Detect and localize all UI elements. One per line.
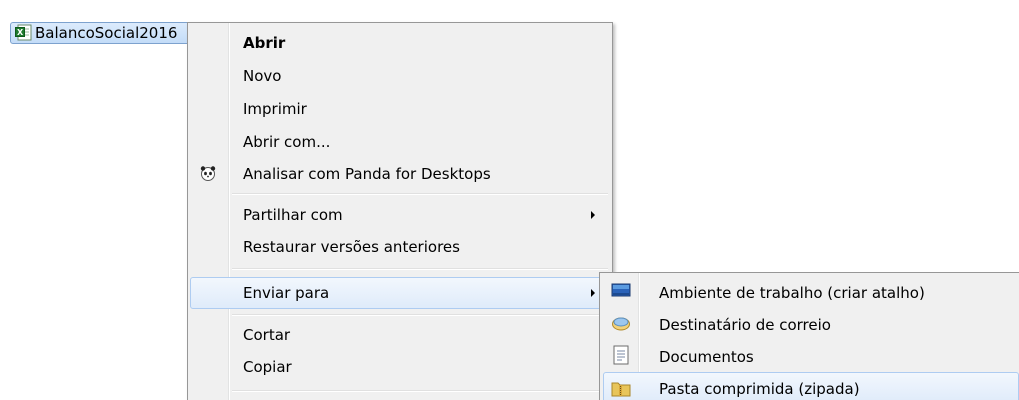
svg-text:X: X	[17, 28, 24, 37]
menu-item-analisar-panda[interactable]: Analisar com Panda for Desktops	[243, 162, 491, 186]
menu-separator	[232, 268, 608, 270]
file-name: BalancoSocial2016	[35, 24, 178, 42]
menu-item-novo[interactable]: Novo	[243, 64, 281, 88]
submenu-item-ambiente-trabalho[interactable]: Ambiente de trabalho (criar atalho)	[659, 281, 925, 305]
menu-item-imprimir[interactable]: Imprimir	[243, 97, 307, 121]
submenu-arrow-icon	[591, 211, 595, 219]
menu-item-abrir-com[interactable]: Abrir com...	[243, 130, 330, 154]
mail-recipient-icon	[612, 317, 630, 331]
zip-folder-icon	[611, 382, 631, 397]
panda-icon	[200, 166, 216, 181]
menu-separator	[232, 314, 608, 316]
menu-item-partilhar-com[interactable]: Partilhar com	[243, 203, 343, 227]
menu-item-copiar[interactable]: Copiar	[243, 355, 292, 379]
excel-file-icon: X	[15, 24, 32, 41]
submenu-item-destinatario-correio[interactable]: Destinatário de correio	[659, 313, 831, 337]
menu-item-abrir[interactable]: Abrir	[243, 31, 285, 55]
menu-separator	[232, 193, 608, 195]
menu-item-cortar[interactable]: Cortar	[243, 323, 290, 347]
desktop-icon	[611, 283, 631, 297]
submenu-item-pasta-comprimida[interactable]: Pasta comprimida (zipada)	[659, 377, 860, 400]
menu-item-restaurar-versoes[interactable]: Restaurar versões anteriores	[243, 235, 460, 259]
menu-icon-gutter	[228, 23, 230, 400]
documents-icon	[613, 345, 629, 365]
submenu-arrow-icon	[591, 289, 595, 297]
menu-item-enviar-para[interactable]: Enviar para	[243, 281, 329, 305]
submenu-item-documentos[interactable]: Documentos	[659, 345, 754, 369]
menu-separator	[232, 390, 608, 392]
